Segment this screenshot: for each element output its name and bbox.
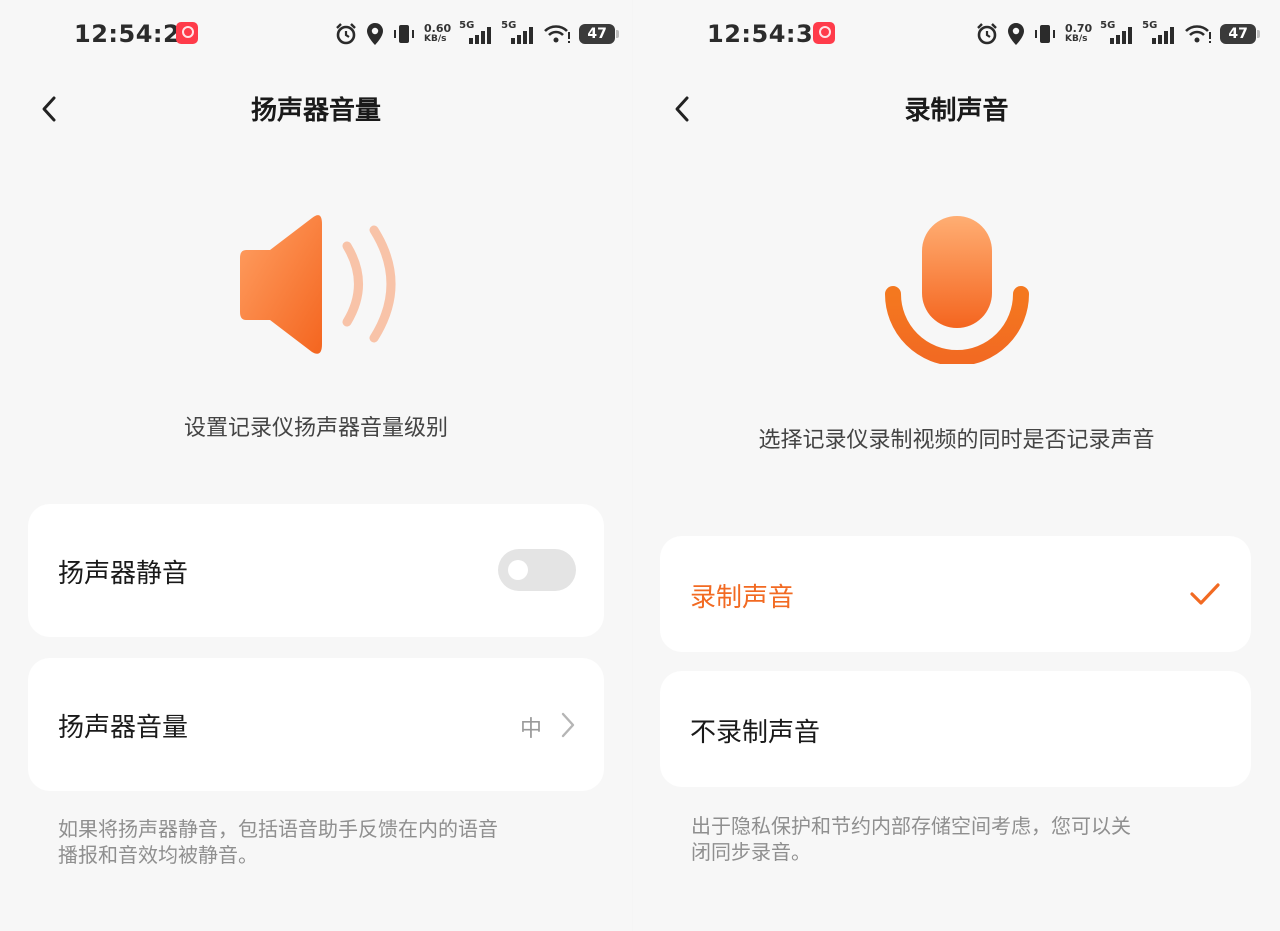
chevron-right-icon: [561, 712, 575, 738]
microphone-icon: [884, 216, 1029, 364]
volume-value: 中: [519, 717, 542, 742]
status-time: 12:54:32: [707, 20, 831, 48]
footnote-line-1: 如果将扬声器静音，包括语音助手反馈在内的语音: [58, 817, 498, 841]
status-icons: 0.60 KB/s 5G 5G 47: [334, 20, 620, 48]
status-bar: 12:54:27 0.60 KB/s 5G 5G 47: [0, 14, 632, 54]
battery-icon: 47: [1220, 24, 1261, 44]
screens-container: 12:54:27 0.60 KB/s 5G 5G 47 扬声器音量 设置记录仪扬…: [0, 0, 1280, 931]
speaker-volume-screen: 12:54:27 0.60 KB/s 5G 5G 47 扬声器音量 设置记录仪扬…: [0, 0, 632, 931]
option-no-record-audio[interactable]: 不录制声音: [660, 671, 1251, 787]
page-description: 设置记录仪扬声器音量级别: [183, 416, 448, 441]
speed-value: 0.60: [424, 22, 452, 35]
footnote-line-2: 闭同步录音。: [691, 840, 811, 864]
speed-unit: KB/s: [424, 34, 447, 44]
speed-value: 0.70: [1065, 22, 1093, 35]
hero-illustration: [0, 212, 632, 357]
volume-card[interactable]: 扬声器音量 中: [28, 658, 604, 791]
header: 扬声器音量: [0, 82, 632, 132]
signal-2-icon: 5G: [501, 20, 535, 46]
footnote: 如果将扬声器静音，包括语音助手反馈在内的语音 播报和音效均被静音。: [58, 816, 598, 868]
status-bar: 12:54:32 0.70 KB/s 5G 5G 47: [633, 14, 1280, 54]
volume-label: 扬声器音量: [58, 713, 189, 743]
hero-illustration: [633, 214, 1280, 364]
wifi-icon: [1185, 25, 1212, 43]
status-icons: 0.70 KB/s 5G 5G 47: [975, 20, 1261, 48]
page-description: 选择记录仪录制视频的同时是否记录声音: [758, 428, 1155, 453]
page-title: 录制声音: [904, 96, 1009, 126]
signal-1-icon: 5G: [459, 20, 493, 46]
option-label: 不录制声音: [690, 718, 821, 748]
footnote-line-2: 播报和音效均被静音。: [58, 843, 258, 867]
battery-icon: 47: [579, 24, 620, 44]
wifi-icon: [544, 25, 571, 43]
signal-2-icon: 5G: [1142, 20, 1176, 46]
vibrate-icon: [394, 25, 414, 43]
speed-unit: KB/s: [1065, 34, 1088, 44]
header: 录制声音: [633, 82, 1280, 132]
record-audio-screen: 12:54:32 0.70 KB/s 5G 5G 47 录制声音 选择记录仪录制…: [633, 0, 1280, 931]
mute-card: 扬声器静音: [28, 504, 604, 637]
option-record-audio[interactable]: 录制声音: [660, 536, 1251, 652]
app-notification-icon: [176, 22, 198, 44]
network-speed: 0.60 KB/s: [424, 23, 451, 45]
location-icon: [367, 23, 383, 45]
page-title: 扬声器音量: [250, 96, 381, 126]
mute-toggle[interactable]: [498, 549, 576, 591]
option-label: 录制声音: [690, 583, 795, 613]
alarm-icon: [977, 23, 997, 45]
speaker-icon: [240, 215, 396, 354]
signal-1-icon: 5G: [1100, 20, 1134, 46]
toggle-knob: [508, 560, 528, 580]
footnote-line-1: 出于隐私保护和节约内部存储空间考虑，您可以关: [691, 814, 1131, 838]
vibrate-icon: [1035, 25, 1055, 43]
network-speed: 0.70 KB/s: [1065, 23, 1092, 45]
mute-label: 扬声器静音: [58, 559, 189, 589]
location-icon: [1008, 23, 1024, 45]
checkmark-icon: [1190, 583, 1220, 605]
alarm-icon: [336, 23, 356, 45]
footnote: 出于隐私保护和节约内部存储空间考虑，您可以关 闭同步录音。: [691, 813, 1251, 865]
app-notification-icon: [813, 22, 835, 44]
